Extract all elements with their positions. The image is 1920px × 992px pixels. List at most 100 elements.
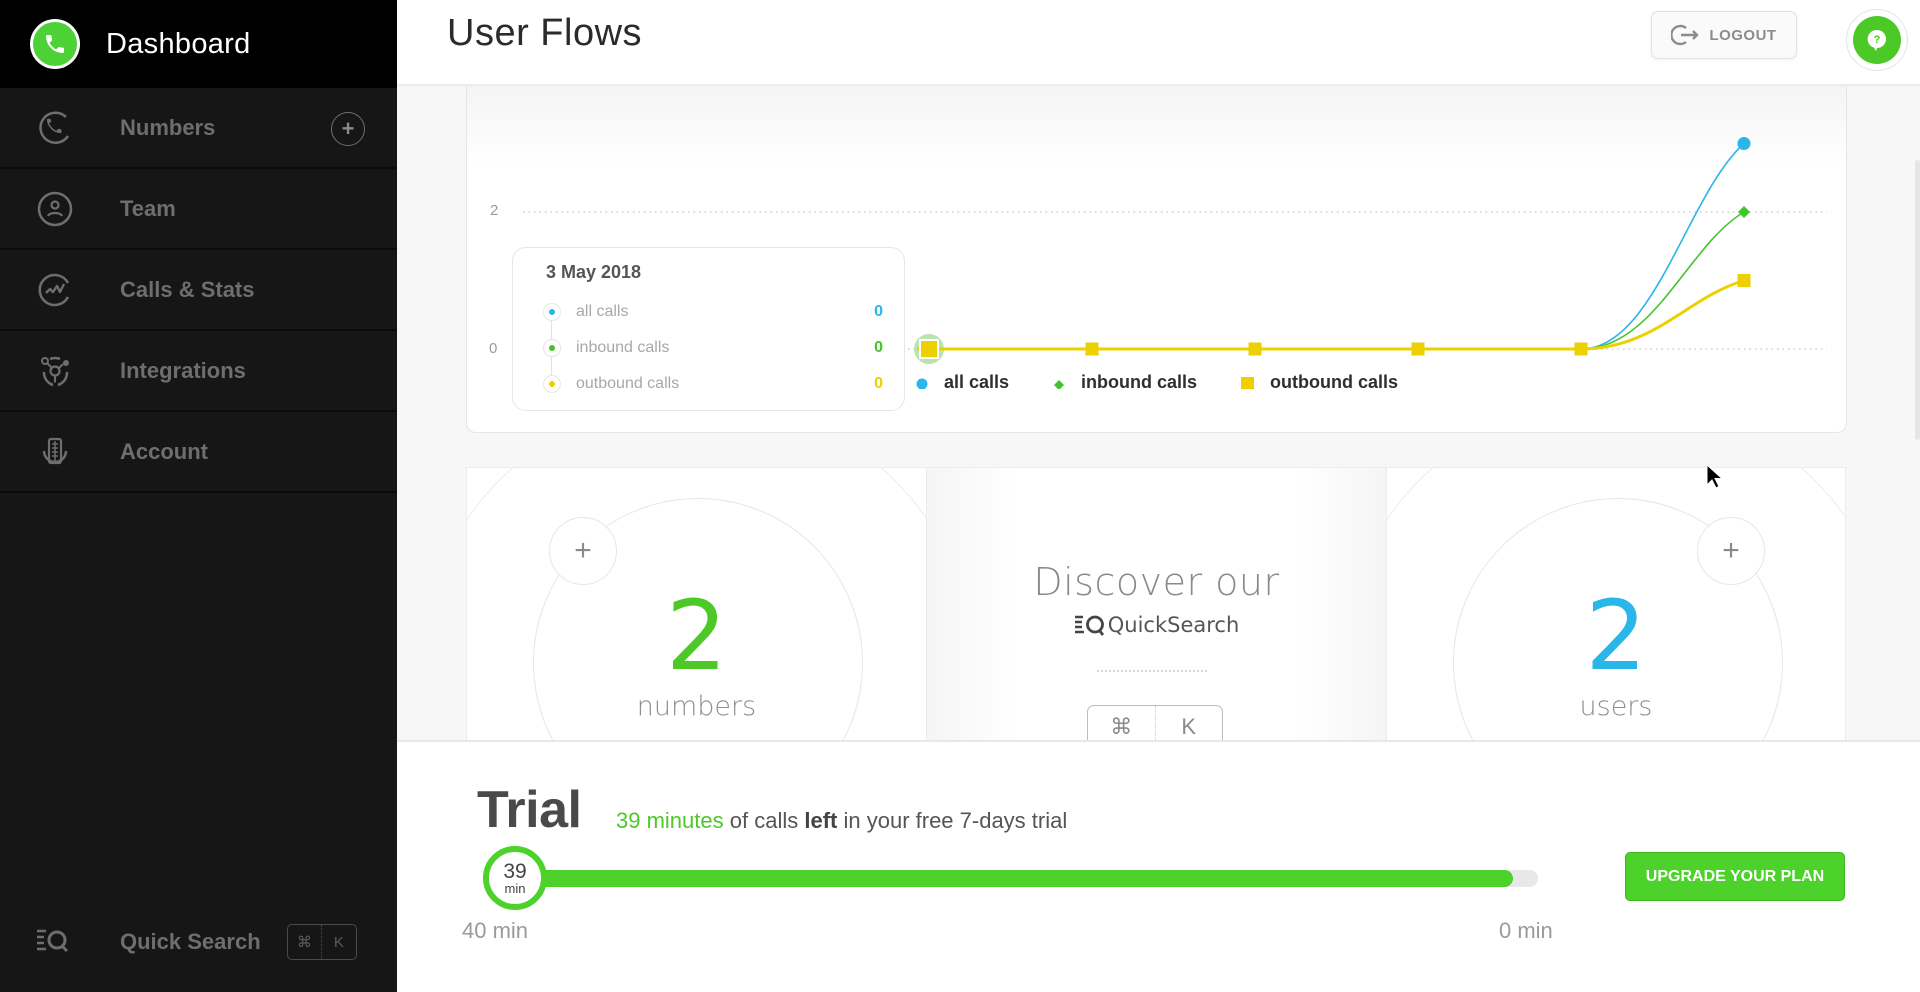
logout-label: LOGOUT [1709, 26, 1777, 44]
sidebar-item-numbers[interactable]: Numbers + [0, 88, 397, 169]
cmd-key: ⌘ [1088, 706, 1156, 740]
page-title: User Flows [447, 12, 643, 54]
add-number-button[interactable]: + [549, 517, 617, 585]
upgrade-plan-button[interactable]: UPGRADE YOUR PLAN [1625, 852, 1845, 901]
trial-progress-bar [527, 870, 1538, 887]
trial-panel: Trial 39 minutes of calls left in your f… [397, 740, 1920, 992]
data-point [1574, 342, 1588, 356]
legend-label: outbound calls [1270, 372, 1398, 392]
building-icon [35, 432, 75, 472]
tooltip-value: 0 [874, 339, 883, 356]
sidebar-item-label: Team [120, 195, 176, 221]
quick-search-label: Quick Search [120, 929, 261, 954]
sidebar-item-integrations[interactable]: Integrations [0, 331, 397, 412]
user-circle-icon [35, 189, 75, 229]
sidebar-item-label: Calls & Stats [120, 276, 255, 302]
mouse-cursor-icon [1706, 464, 1724, 489]
knob-value: 39 [503, 860, 527, 883]
sidebar-item-label: Account [120, 438, 208, 464]
series-line-inbound-calls [917, 211, 1745, 350]
data-point [1737, 274, 1751, 287]
users-stat-card: + 2 users [1386, 467, 1846, 740]
trial-text-bold: left [804, 808, 838, 833]
sidebar-item-calls-stats[interactable]: Calls & Stats [0, 250, 397, 331]
quick-search-icon [35, 927, 75, 958]
stats-icon [35, 270, 75, 310]
progress-start-label: 40 min [462, 918, 529, 943]
help-bubble-icon: ? [1867, 29, 1886, 51]
legend-item-outbound-calls[interactable]: outbound calls [1241, 372, 1398, 393]
square-marker-icon [1241, 377, 1254, 389]
legend-label: inbound calls [1081, 372, 1198, 392]
add-number-button[interactable]: + [331, 112, 365, 146]
tooltip-value: 0 [874, 303, 883, 320]
trial-text-part: of calls [729, 808, 799, 833]
tooltip-row: inbound calls 0 [543, 336, 883, 360]
y-tick-label: 0 [489, 340, 498, 357]
minutes-left: 39 minutes [616, 808, 724, 833]
scrollbar[interactable] [1915, 160, 1920, 440]
add-user-button[interactable]: + [1697, 517, 1765, 585]
circle-marker-icon [916, 378, 928, 389]
sidebar-header: Dashboard [0, 0, 397, 88]
numbers-count: 2 [665, 580, 728, 692]
progress-end-label: 0 min [1499, 918, 1553, 943]
trial-title: Trial [477, 781, 582, 839]
tooltip-value: 0 [874, 375, 883, 392]
legend-label: all calls [944, 372, 1010, 392]
trial-text-part: in your free 7-days trial [843, 808, 1068, 833]
sidebar-item-label: Numbers [120, 114, 216, 140]
sidebar-title: Dashboard [106, 27, 251, 60]
tooltip-label: all calls [576, 303, 629, 320]
sidebar-item-account[interactable]: Account [0, 412, 397, 493]
shortcut-hint: ⌘ K [286, 924, 357, 960]
trial-description: 39 minutes of calls left in your free 7-… [616, 808, 1067, 834]
quick-search-icon [1074, 615, 1104, 636]
series-line-all-calls [917, 142, 1745, 350]
chart-tooltip: 3 May 2018 all calls 0 inbound calls 0 o… [512, 247, 905, 411]
numbers-label: numbers [636, 691, 757, 722]
tooltip-row: all calls 0 [543, 300, 883, 324]
data-point [919, 339, 939, 359]
data-point [1411, 342, 1425, 356]
logout-button[interactable]: LOGOUT [1651, 11, 1797, 59]
phone-circle-icon [35, 108, 75, 148]
tooltip-row: outbound calls 0 [543, 372, 883, 396]
data-point [1085, 342, 1099, 356]
integrations-icon [35, 351, 75, 391]
users-count: 2 [1585, 580, 1647, 692]
trial-progress-fill [527, 870, 1513, 887]
sidebar-item-label: Integrations [120, 357, 246, 383]
help-button[interactable]: ? [1846, 9, 1908, 71]
phone-icon[interactable] [30, 19, 80, 69]
top-bar: User Flows LOGOUT ? [397, 0, 1920, 86]
quicksearch-brand: QuickSearch [927, 613, 1386, 637]
tooltip-label: outbound calls [576, 375, 680, 392]
data-point [1738, 206, 1750, 218]
legend-item-all-calls[interactable]: all calls [916, 372, 1009, 393]
svg-text:?: ? [1874, 34, 1881, 46]
sidebar: Dashboard Numbers + Team Calls & Stats I… [0, 0, 397, 992]
trial-progress-knob: 39 min [483, 846, 547, 910]
tooltip-label: inbound calls [576, 339, 670, 356]
sidebar-item-team[interactable]: Team [0, 169, 397, 250]
shortcut-hint: ⌘ K [1087, 705, 1223, 740]
y-tick-label: 2 [490, 202, 499, 219]
calls-chart-card: 2 0 3 May 2018 all calls 0 inbound calls… [466, 86, 1847, 433]
stats-row: + 2 numbers Discover our QuickSearch ⌘ K… [466, 467, 1847, 740]
quicksearch-label: QuickSearch [1107, 613, 1240, 637]
discover-title: Discover our [1033, 560, 1280, 604]
discover-quicksearch-card[interactable]: Discover our QuickSearch ⌘ K [926, 467, 1386, 740]
k-key: K [333, 933, 344, 951]
users-label: users [1579, 691, 1653, 722]
cmd-key: ⌘ [288, 925, 323, 959]
diamond-marker-icon [1054, 379, 1064, 389]
numbers-stat-card: + 2 numbers [466, 467, 926, 740]
knob-unit: min [504, 881, 526, 896]
tooltip-date: 3 May 2018 [546, 262, 642, 282]
legend-item-inbound-calls[interactable]: inbound calls [1053, 372, 1197, 393]
quick-search-button[interactable]: Quick Search ⌘ K [0, 892, 397, 992]
data-point [1737, 137, 1751, 150]
logout-icon [1671, 24, 1700, 46]
k-key: K [1181, 714, 1197, 739]
